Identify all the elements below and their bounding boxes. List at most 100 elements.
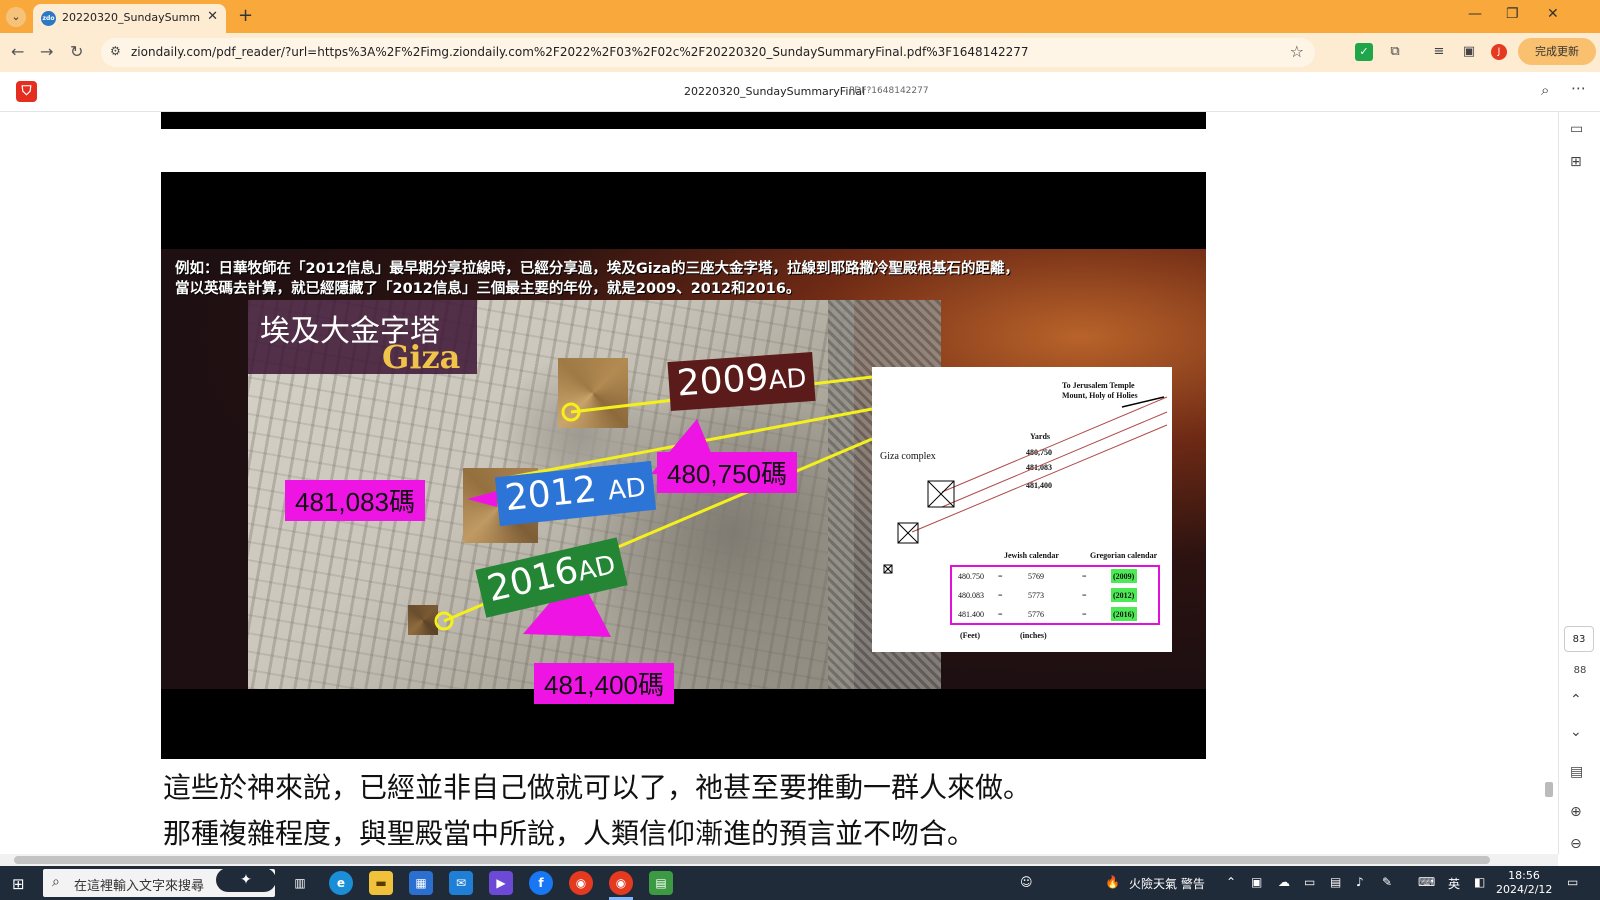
weather-fire-icon[interactable]: 🔥 bbox=[1105, 875, 1120, 889]
windows-taskbar: ⊞ ⌕ 在這裡輸入文字來搜尋 ✦ ▥ e ▬ ▦ ✉ ▶ f ◉ ◉ ▤ ☺ 🔥… bbox=[0, 866, 1600, 900]
table-eq-5: = bbox=[998, 610, 1003, 619]
tab-search-button[interactable]: ⌄ bbox=[6, 7, 26, 27]
edge-icon[interactable]: e bbox=[329, 871, 353, 895]
onedrive-icon[interactable]: ☁ bbox=[1278, 875, 1290, 889]
windows-start-icon[interactable]: ⊞ bbox=[12, 875, 25, 893]
profile-avatar[interactable]: J bbox=[1491, 44, 1507, 60]
mail-icon[interactable]: ✉ bbox=[449, 871, 473, 895]
slide-image: 例如：日華牧師在「2012信息」最早期分享拉線時，已經分享過，埃及Giza的三座… bbox=[161, 172, 1206, 759]
vertical-scrollbar-thumb[interactable] bbox=[1545, 782, 1553, 797]
address-bar[interactable]: ⚙ ziondaily.com/pdf_reader/?url=https%3A… bbox=[101, 38, 1315, 67]
next-page-icon[interactable]: ⌄ bbox=[1570, 724, 1582, 740]
table-jewish-2: 5773 bbox=[1028, 591, 1044, 600]
battery-icon[interactable]: ▭ bbox=[1304, 875, 1315, 889]
forward-icon[interactable]: → bbox=[40, 42, 53, 61]
bookmark-star-icon[interactable]: ☆ bbox=[1290, 42, 1304, 61]
browser-toolbar: ← → ↻ ⚙ ziondaily.com/pdf_reader/?url=ht… bbox=[0, 33, 1600, 72]
tab-bar: ⌄ zdo 20220320_SundaySummaryF ✕ + — ❐ ✕ bbox=[0, 0, 1600, 33]
clock-date: 2024/2/12 bbox=[1496, 883, 1552, 897]
back-icon[interactable]: ← bbox=[11, 42, 24, 61]
new-tab-button[interactable]: + bbox=[238, 5, 253, 26]
document-viewport[interactable]: 例如：日華牧師在「2012信息」最早期分享拉線時，已經分享過，埃及Giza的三座… bbox=[0, 112, 1558, 854]
year-label-2009: 2009AD bbox=[667, 352, 816, 411]
pdf-reader-header: ⛉ 20220320_SundaySummaryFinal PDF?164814… bbox=[0, 72, 1600, 112]
table-eq-1: = bbox=[998, 572, 1003, 581]
meet-icon[interactable]: ▣ bbox=[1251, 875, 1262, 889]
slide-content: 例如：日華牧師在「2012信息」最早期分享拉線時，已經分享過，埃及Giza的三座… bbox=[161, 249, 1206, 689]
copilot-icon[interactable]: ✦ bbox=[216, 868, 276, 892]
table-feet-1: 480.750 bbox=[958, 572, 984, 581]
search-icon[interactable]: ⌕ bbox=[1541, 81, 1549, 99]
horizontal-scrollbar[interactable] bbox=[0, 854, 1558, 866]
video-editor-icon[interactable]: ▶ bbox=[489, 871, 513, 895]
table-feet-2: 480.083 bbox=[958, 591, 984, 600]
ime-indicator[interactable]: 英 bbox=[1448, 875, 1460, 892]
document-extension: PDF?1648142277 bbox=[849, 86, 929, 96]
task-view-icon[interactable]: ▥ bbox=[288, 871, 312, 895]
thumbnails-icon[interactable]: ⊞ bbox=[1570, 154, 1582, 170]
slide-title-box: 埃及大金字塔 Giza bbox=[248, 300, 477, 374]
body-text-line-1: 這些於神來說，已經並非自己做就可以了，祂甚至要推動一群人來做。 bbox=[163, 766, 1031, 806]
side-panel-icon[interactable]: ▣ bbox=[1460, 43, 1478, 61]
horizontal-scrollbar-thumb[interactable] bbox=[14, 856, 1490, 864]
yards-label-481083: 481,083碼 bbox=[285, 480, 425, 521]
weather-alert-text[interactable]: 火險天氣 警告 bbox=[1129, 875, 1205, 892]
tab-close-icon[interactable]: ✕ bbox=[207, 9, 218, 24]
file-explorer-icon[interactable]: ▬ bbox=[369, 871, 393, 895]
table-greg-3: (2016) bbox=[1113, 610, 1134, 619]
diagram-feet-label: (Feet) bbox=[960, 631, 980, 640]
zoom-in-icon[interactable]: ⊕ bbox=[1570, 804, 1582, 820]
table-feet-3: 481.400 bbox=[958, 610, 984, 619]
table-jewish-1: 5769 bbox=[1028, 572, 1044, 581]
comments-panel-icon[interactable]: ▭ bbox=[1570, 121, 1583, 137]
notifications-icon[interactable]: ▭ bbox=[1567, 875, 1578, 889]
zoom-out-icon[interactable]: ⊖ bbox=[1570, 836, 1582, 852]
current-page-field[interactable]: 83 bbox=[1564, 626, 1594, 652]
yards-label-481400: 481,400碼 bbox=[534, 663, 674, 704]
minimize-button[interactable]: — bbox=[1468, 6, 1482, 22]
system-clock[interactable]: 18:56 2024/2/12 bbox=[1496, 869, 1552, 897]
update-button[interactable]: 完成更新 bbox=[1518, 38, 1596, 65]
media-control-icon[interactable]: ≡ bbox=[1430, 43, 1448, 61]
table-greg-1: (2009) bbox=[1113, 572, 1134, 581]
clock-time: 18:56 bbox=[1496, 869, 1552, 883]
extensions-puzzle-icon[interactable]: ⧉ bbox=[1386, 43, 1404, 61]
active-tab[interactable]: zdo 20220320_SundaySummaryF ✕ bbox=[33, 4, 226, 33]
facebook-icon[interactable]: f bbox=[529, 871, 553, 895]
restore-button[interactable]: ❐ bbox=[1506, 6, 1519, 22]
table-eq-3: = bbox=[998, 591, 1003, 600]
site-favicon-icon: zdo bbox=[41, 11, 56, 26]
body-text-line-2: 那種複雜程度，與聖殿當中所說，人類信仰漸進的預言並不吻合。 bbox=[163, 812, 975, 852]
people-icon[interactable]: ☺ bbox=[1020, 875, 1033, 889]
keyboard-icon[interactable]: ⌨ bbox=[1418, 875, 1435, 889]
table-jewish-3: 5776 bbox=[1028, 610, 1044, 619]
diagram-jewish-header: Jewish calendar bbox=[1004, 551, 1059, 560]
slide-title-english: Giza bbox=[382, 338, 460, 376]
pen-icon[interactable]: ✎ bbox=[1382, 875, 1392, 889]
taskbar-search-placeholder: 在這裡輸入文字來搜尋 bbox=[74, 875, 204, 894]
search-icon: ⌕ bbox=[52, 874, 60, 890]
site-info-icon[interactable]: ⚙ bbox=[110, 44, 121, 58]
table-greg-2: (2012) bbox=[1113, 591, 1134, 600]
chrome-profile-icon[interactable]: ◉ bbox=[569, 871, 593, 895]
document-name: 20220320_SundaySummaryFinal bbox=[684, 85, 865, 98]
ime-mode-icon[interactable]: ◧ bbox=[1474, 875, 1485, 889]
acrobat-logo-icon: ⛉ bbox=[16, 81, 37, 102]
reload-icon[interactable]: ↻ bbox=[70, 42, 83, 61]
more-options-icon[interactable]: ⋯ bbox=[1571, 79, 1586, 97]
table-eq-2: = bbox=[1082, 572, 1087, 581]
store-icon[interactable]: ▦ bbox=[409, 871, 433, 895]
previous-page-icon[interactable]: ⌃ bbox=[1570, 692, 1582, 708]
extension-check-icon[interactable]: ✓ bbox=[1355, 43, 1373, 61]
diagram-inches-label: (inches) bbox=[1020, 631, 1047, 640]
chrome-icon[interactable]: ◉ bbox=[609, 871, 633, 895]
tray-expand-icon[interactable]: ⌃ bbox=[1226, 875, 1236, 889]
android-icon[interactable]: ▤ bbox=[649, 871, 673, 895]
close-window-button[interactable]: ✕ bbox=[1547, 6, 1559, 22]
volume-icon[interactable]: ♪ bbox=[1356, 875, 1364, 889]
diagram-calendar-table: 480.750 = 5769 = (2009) 480.083 = 5773 =… bbox=[950, 565, 1160, 625]
network-icon[interactable]: ▤ bbox=[1330, 875, 1341, 889]
document-properties-icon[interactable]: ▤ bbox=[1570, 764, 1583, 780]
url-text[interactable]: ziondaily.com/pdf_reader/?url=https%3A%2… bbox=[131, 45, 1281, 59]
total-pages: 88 bbox=[1559, 665, 1600, 676]
